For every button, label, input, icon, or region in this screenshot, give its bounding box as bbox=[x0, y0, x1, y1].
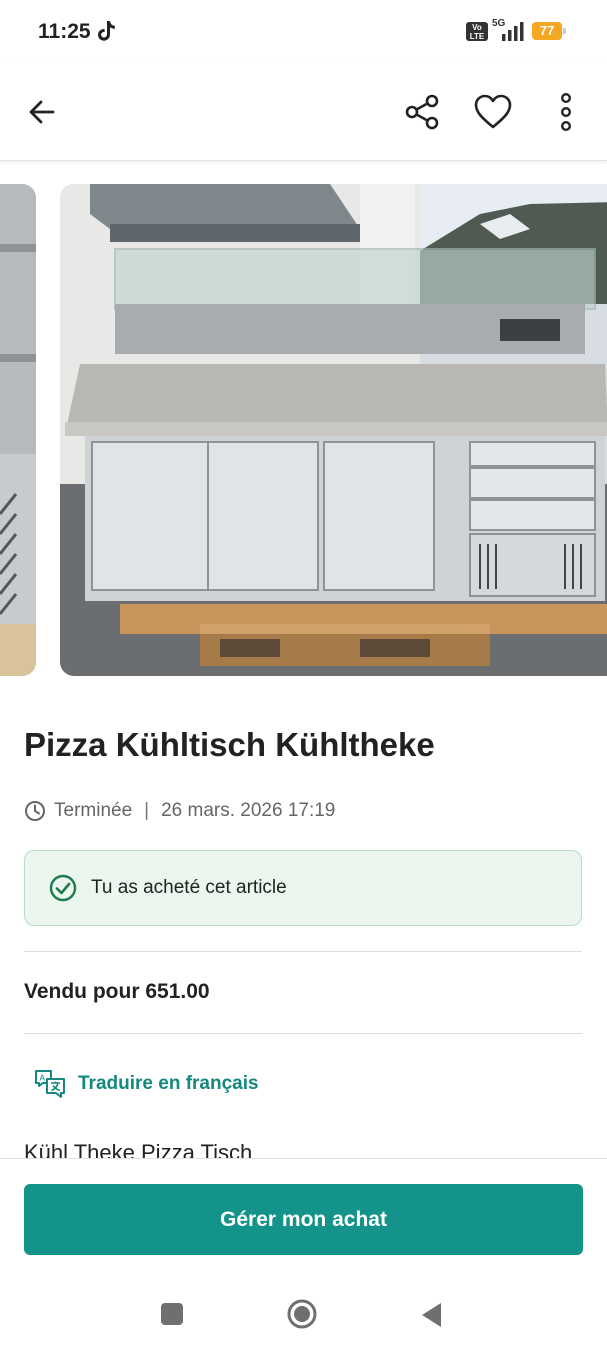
system-navigation-bar bbox=[0, 1278, 607, 1350]
listing-title: Pizza Kühltisch Kühltheke bbox=[24, 726, 435, 763]
purchase-notice-text: Tu as acheté cet article bbox=[91, 877, 287, 898]
description-preview: Kühl Theke Pizza Tisch bbox=[24, 1140, 253, 1160]
share-button[interactable] bbox=[400, 90, 444, 134]
battery-icon: 77 bbox=[532, 22, 566, 40]
status-time: 11:25 bbox=[38, 20, 91, 43]
volte-badge: Vo LTE bbox=[466, 22, 488, 41]
app-bar bbox=[0, 62, 607, 161]
more-vert-icon bbox=[561, 93, 571, 131]
divider bbox=[24, 1033, 582, 1034]
sold-price: Vendu pour 651.00 bbox=[24, 980, 210, 1003]
svg-text:A: A bbox=[40, 1074, 46, 1083]
check-circle-icon bbox=[49, 874, 77, 902]
tiktok-icon bbox=[98, 21, 115, 41]
home-button[interactable] bbox=[287, 1299, 317, 1329]
photo-gallery[interactable] bbox=[0, 184, 607, 676]
listing-meta: Terminée | 26 mars. 2026 17:19 bbox=[24, 798, 335, 824]
translate-label: Traduire en français bbox=[78, 1073, 259, 1094]
refrigerated-pizza-counter-photo bbox=[60, 184, 607, 676]
manage-purchase-button[interactable]: Gérer mon achat bbox=[24, 1184, 583, 1255]
meta-separator: | bbox=[144, 800, 150, 821]
previous-photo[interactable] bbox=[0, 184, 36, 676]
translate-button[interactable]: A Traduire en français bbox=[34, 1068, 259, 1100]
status-bar: 11:25 Vo LTE 5G 77 bbox=[0, 0, 607, 62]
back-button[interactable] bbox=[20, 90, 64, 134]
heart-icon bbox=[474, 94, 512, 129]
system-back-button[interactable] bbox=[420, 1302, 442, 1328]
listing-status: Terminée bbox=[54, 800, 133, 821]
share-icon bbox=[405, 94, 439, 130]
divider bbox=[24, 951, 582, 952]
clock-icon bbox=[25, 801, 45, 821]
bottom-action-bar: Gérer mon achat bbox=[0, 1158, 607, 1279]
listing-date: 26 mars. 2026 17:19 bbox=[161, 800, 336, 821]
back-arrow-icon bbox=[29, 100, 55, 124]
more-button[interactable] bbox=[544, 90, 588, 134]
previous-photo-image bbox=[0, 184, 36, 676]
translate-icon: A bbox=[35, 1070, 65, 1098]
favorite-button[interactable] bbox=[471, 90, 515, 134]
signal-icon bbox=[502, 22, 524, 41]
recents-button[interactable] bbox=[161, 1303, 183, 1325]
purchase-notice: Tu as acheté cet article bbox=[24, 850, 582, 926]
main-photo[interactable] bbox=[60, 184, 607, 676]
